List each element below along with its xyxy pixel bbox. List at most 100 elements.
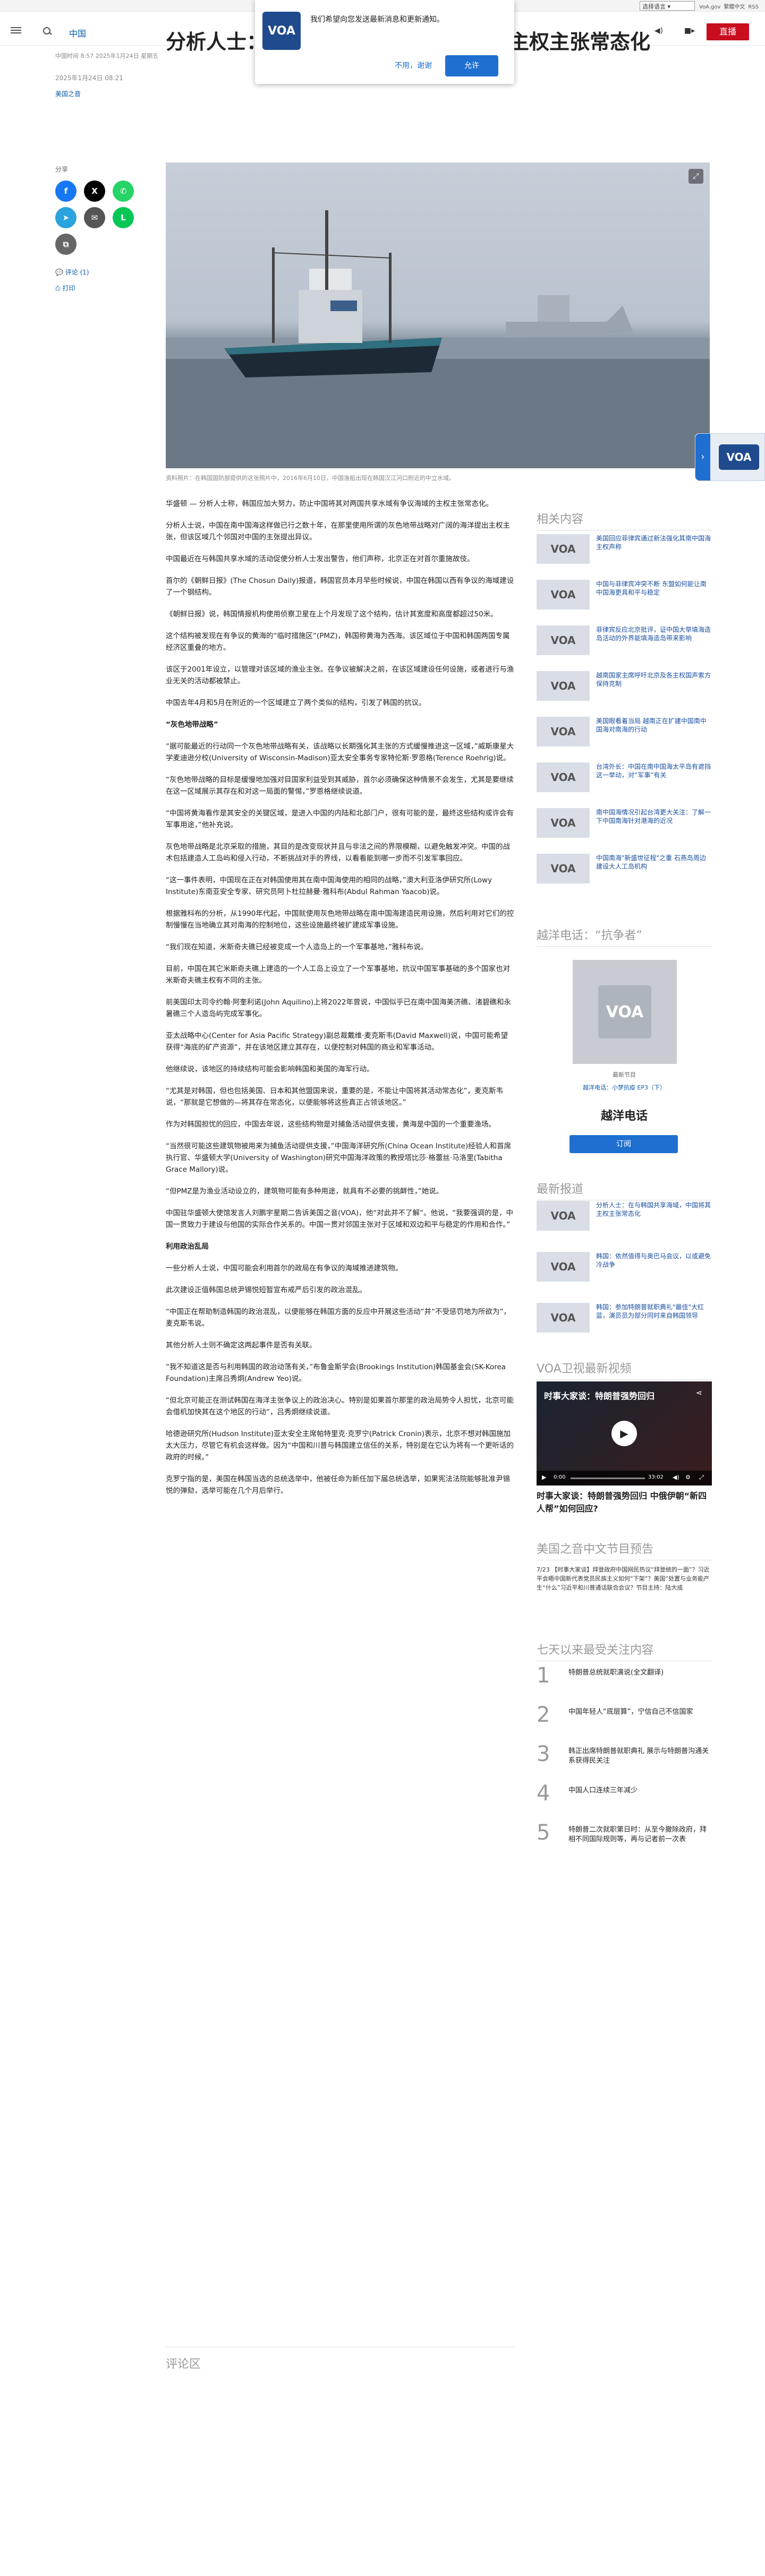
sidebar-article-item[interactable]: VOA 美国回应菲律宾通过新法强化其南中国海主权声称 — [537, 534, 712, 567]
sidebar-article-item[interactable]: VOA 韩国：参加特朗普就职典礼"最佳"大红蓝，演员员为部分同时来自韩国领导 — [537, 1303, 712, 1336]
rank-number: 5 — [537, 1821, 550, 1845]
sidebar-article-title[interactable]: 韩国：依然值得与奥巴马会议，以或避免冷战争 — [596, 1252, 712, 1269]
email-share-button[interactable]: ✉ — [84, 207, 105, 228]
sidebar-article-title[interactable]: 南中国海情况引起台湾更大关注：了解一下中国南海针对港海的近况 — [596, 808, 712, 825]
comments-link[interactable]: 💬 评论 (1) — [55, 268, 89, 277]
video-progress[interactable] — [571, 1478, 645, 1479]
play-small-icon[interactable]: ▶ — [542, 1474, 546, 1481]
article-paragraph: 前美国印太司令约翰·阿奎利诺(John Aquilino)上将2022年曾说，中… — [166, 998, 512, 1018]
fullscreen-icon[interactable]: ⤢ — [699, 1474, 704, 1481]
rank-section-title: 七天以来最受关注内容 — [537, 1641, 712, 1661]
sidebar-article-item[interactable]: VOA 分析人士：在与韩国共享海域，中国将其主权主张常态化 — [537, 1201, 712, 1234]
notification-popup: VOA 我们希望向您发送最新消息和更新通知。 不用，谢谢 允许 — [255, 0, 514, 84]
preview-text[interactable]: 7/23 【时事大家谈】拜登政府中国网民热议“拜登统的一面”？习近平会晤中国新代… — [537, 1565, 712, 1592]
live-button[interactable]: 直播 — [707, 23, 749, 40]
x-share-button[interactable]: X — [84, 181, 105, 202]
sidebar-article-item[interactable]: VOA 中国与菲律宾冲突不断 东盟如何能让南中国海更具和平与稳定 — [537, 580, 712, 613]
sidebar-article-title[interactable]: 美国眼看着当局 越南正在扩建中国南中国海对南海的行动 — [596, 717, 712, 734]
popular-item[interactable]: 4 中国人口连续三年减少 — [537, 1782, 712, 1814]
language-select[interactable]: 选择语言 ▾ — [640, 1, 695, 11]
article-paragraph: 哈德逊研究所(Hudson Institute)亚太安全主席帕特里克·克罗宁(P… — [166, 1430, 514, 1462]
latest-section-title: 最新报道 — [537, 1180, 712, 1200]
video-player[interactable]: 时事大家谈：特朗普强势回归 ⋖ ▶ ▶ 0:00 33:02 ◀) ⚙ ⤢ — [537, 1381, 712, 1486]
rank-number: 1 — [537, 1663, 550, 1688]
program-episode[interactable]: 越洋电话：小梦抗疫 EP3（下） — [537, 1083, 712, 1092]
top-link[interactable]: 繁體中文 — [724, 4, 745, 10]
article-paragraph: “中国将黄海看作是其安全的关键区域，是进入中国的内陆和北部门户，很有可能的是，最… — [166, 809, 514, 829]
article-paragraph: 《朝鲜日报》说，韩国情报机构使用侦察卫星在上个月发现了这个结构，估计其宽度和高度… — [166, 610, 498, 619]
top-link[interactable]: VoA.gov — [699, 4, 720, 10]
top-link[interactable]: RSS — [748, 4, 759, 10]
popular-item[interactable]: 2 中国年轻人“底层算”，宁信自己不信国家 — [537, 1703, 712, 1735]
video-section-title: VOA卫视最新视频 — [537, 1359, 712, 1380]
sidebar-article-item[interactable]: VOA 南中国海情况引起台湾更大关注：了解一下中国南海针对港海的近况 — [537, 808, 712, 841]
decline-button[interactable]: 不用，谢谢 — [388, 55, 439, 76]
print-icon: ⎙ — [55, 285, 61, 292]
thumbnail-voa-logo: VOA — [537, 762, 590, 792]
arrow-right-icon[interactable]: › — [695, 434, 710, 480]
sidebar-article-item[interactable]: VOA 越南国家主席呼吁北京及各主权国声索方保持克制 — [537, 671, 712, 704]
sidebar-article-title[interactable]: 分析人士：在与韩国共享海域，中国将其主权主张常态化 — [596, 1201, 712, 1218]
article-paragraph: “当然很可能这些建筑物被用来为捕鱼活动提供支援，”中国海洋研究所(China O… — [166, 1142, 512, 1174]
popular-item-title[interactable]: 中国年轻人“底层算”，宁信自己不信国家 — [568, 1707, 712, 1717]
article-author[interactable]: 美国之音 — [55, 89, 81, 98]
voa-logo: VOA — [719, 444, 759, 470]
search-icon[interactable] — [41, 25, 53, 37]
subscribe-button[interactable]: 订阅 — [570, 1135, 678, 1153]
program-section-title[interactable]: 越洋电话：“抗争者” — [537, 926, 712, 947]
expand-icon[interactable]: ⤢ — [688, 169, 703, 184]
print-link[interactable]: ⎙ 打印 — [55, 284, 75, 293]
article-paragraph: “我们现在知道，米斯奇夫礁已经被变成一个人造岛上的一个军事基地，”雅科布说。 — [166, 943, 428, 951]
sidebar-article-item[interactable]: VOA 台湾外长：中国在南中国海太平岛有遮挡这一举动，对“军事”有关 — [537, 762, 712, 795]
popular-item-title[interactable]: 中国人口连续三年减少 — [568, 1786, 712, 1796]
sidebar-article-title[interactable]: 韩国：参加特朗普就职典礼"最佳"大红蓝，演员员为部分同时来自韩国领导 — [596, 1303, 712, 1320]
menu-icon[interactable] — [11, 25, 21, 36]
facebook-share-button[interactable]: f — [55, 181, 76, 202]
video-icon[interactable]: ■▸ — [683, 27, 696, 37]
share-icon[interactable]: ⋖ — [696, 1389, 702, 1397]
article-paragraph: 这个结构被发现在有争议的黄海的“临时措施区”(PMZ)，韩国称黄海为西海。该区域… — [166, 632, 510, 652]
program-cover[interactable]: VOA — [573, 960, 677, 1064]
thumbnail-voa-logo: VOA — [537, 534, 590, 564]
popular-item[interactable]: 3 韩正出席特朗普就职典礼 展示与特朗普沟通关系获得民关注 — [537, 1742, 712, 1774]
sidebar-article-item[interactable]: VOA 中国南海"新盛世征程"之重 石燕岛周边建设大人工岛机构 — [537, 854, 712, 887]
voa-logo: VOA — [598, 985, 651, 1038]
article-paragraph: “这一事件表明，中国现在正在对韩国使用其在南中国海使用的相同的战略，”澳大利亚洛… — [166, 876, 492, 896]
settings-icon[interactable]: ⚙ — [685, 1474, 691, 1481]
copy-link-button[interactable]: ⧉ — [55, 234, 76, 255]
whatsapp-share-button[interactable]: ✆ — [113, 181, 134, 202]
telegram-share-button[interactable]: ➤ — [55, 207, 76, 228]
popular-item-title[interactable]: 特朗普总统就职演说(全文翻译) — [568, 1668, 712, 1678]
sidebar-article-title[interactable]: 菲律宾反应北京批评，证中国大举填海造岛活动的外界能填海造岛带来影响 — [596, 625, 712, 642]
sidebar-article-title[interactable]: 台湾外长：中国在南中国海太平岛有遮挡这一举动，对“军事”有关 — [596, 762, 712, 779]
sidebar-article-title[interactable]: 越南国家主席呼吁北京及各主权国声索方保持克制 — [596, 671, 712, 688]
article-paragraph: 克罗宁指的是，美国在韩国当选的总统选举中，他被任命为新任加下届总统选举，如果宪法… — [166, 1475, 510, 1495]
popular-item[interactable]: 5 特朗普二次就职第日时：从至今撤除政府，拜相不同国际规则等，再与记者前一次表 — [537, 1821, 712, 1853]
line-share-button[interactable]: L — [113, 207, 134, 228]
allow-button[interactable]: 允许 — [445, 55, 498, 76]
sidebar-article-title[interactable]: 美国回应菲律宾通过新法强化其南中国海主权声称 — [596, 534, 712, 551]
article-paragraph: 中国驻华盛顿大使馆发言人刘鹏宇星期二告诉美国之音(VOA)，他“对此并不了解”。… — [166, 1209, 514, 1229]
sidebar-article-item[interactable]: VOA 韩国：依然值得与奥巴马会议，以或避免冷战争 — [537, 1252, 712, 1285]
sidebar-article-item[interactable]: VOA 菲律宾反应北京批评，证中国大举填海造岛活动的外界能填海造岛带来影响 — [537, 625, 712, 658]
thumbnail-voa-logo: VOA — [537, 854, 590, 883]
sidebar-article-title[interactable]: 中国与菲律宾冲突不断 东盟如何能让南中国海更具和平与稳定 — [596, 580, 712, 597]
popular-item-title[interactable]: 韩正出席特朗普就职典礼 展示与特朗普沟通关系获得民关注 — [568, 1747, 712, 1766]
popup-message: 我们希望向您发送最新消息和更新通知。 — [310, 15, 444, 24]
sidebar-article-title[interactable]: 中国南海"新盛世征程"之重 石燕岛周边建设大人工岛机构 — [596, 854, 712, 871]
sidebar-article-item[interactable]: VOA 美国眼看着当局 越南正在扩建中国南中国海对南海的行动 — [537, 717, 712, 750]
article-paragraph: 一些分析人士说，中国可能会利用首尔的政局在有争议的海域推进建筑物。 — [166, 1264, 403, 1273]
article-paragraph: “但北京可能正在测试韩国在海洋主张争议上的政治决心。特别是如果首尔那里的政治局势… — [166, 1396, 514, 1416]
article-date: 2025年1月24日 08:21 — [55, 74, 123, 82]
article-photo: ⤢ — [166, 162, 710, 468]
article-paragraph: 他继续说，该地区的持续结构可能会影响韩国和美国的海军行动。 — [166, 1065, 374, 1074]
popular-item[interactable]: 1 特朗普总统就职演说(全文翻译) — [537, 1664, 712, 1696]
article-paragraph: 中国去年4月和5月在附近的一个区域建立了两个类似的结构，引发了韩国的抗议。 — [166, 699, 426, 707]
video-caption[interactable]: 时事大家谈：特朗普强势回归 中俄伊朝“新四人帮”如何回应? — [537, 1490, 712, 1515]
volume-icon[interactable]: ◀) — [673, 1474, 679, 1481]
play-icon[interactable]: ▶ — [611, 1421, 637, 1446]
floating-voa-widget[interactable]: › VOA — [695, 433, 765, 481]
popular-item-title[interactable]: 特朗普二次就职第日时：从至今撤除政府，拜相不同国际规则等，再与记者前一次表 — [568, 1825, 712, 1844]
program-name: 越洋电话 — [600, 1110, 648, 1123]
nav-link-china[interactable]: 中国 — [69, 27, 86, 39]
